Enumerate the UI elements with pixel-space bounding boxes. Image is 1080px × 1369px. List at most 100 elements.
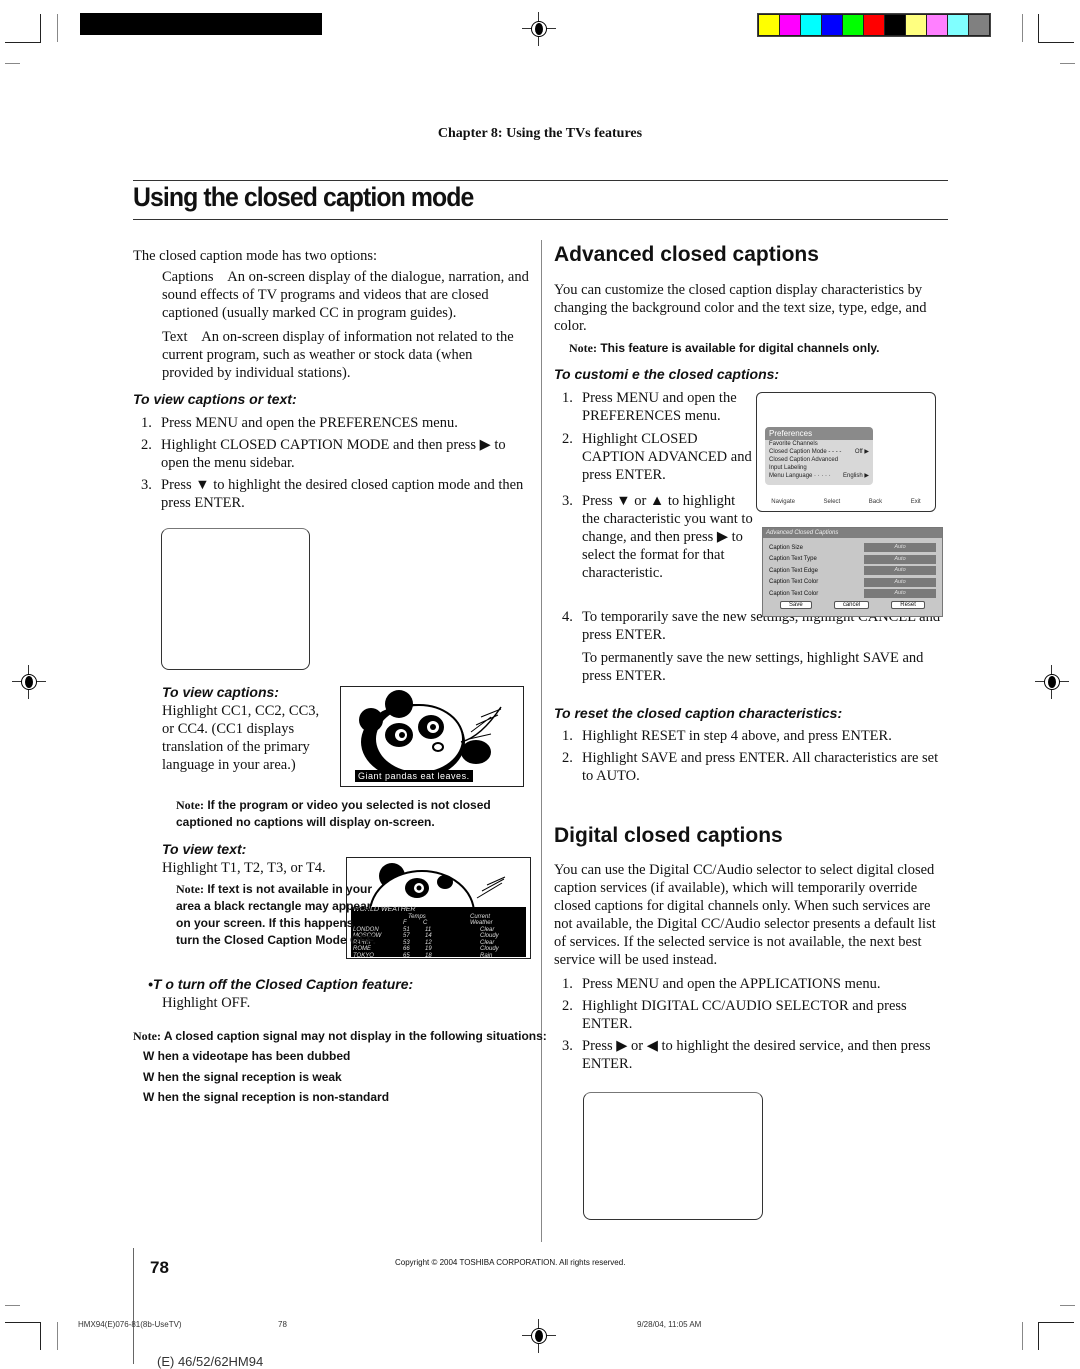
note-label: Note: — [176, 798, 204, 812]
registration-mark-icon — [1035, 665, 1069, 699]
page-number: 78 — [150, 1258, 169, 1277]
advanced-heading: Advanced closed captions — [554, 243, 819, 266]
weather-w: Rain — [480, 952, 493, 959]
reset-heading: To reset the closed caption characterist… — [554, 705, 843, 721]
weather-row: TOKYO 65 18 Rain — [351, 952, 526, 959]
menu-item-label: Menu Language · · · · · — [769, 473, 831, 479]
note-label: Note: — [133, 1029, 161, 1043]
weather-f: 65 — [403, 952, 410, 959]
color-calibration-bar — [757, 13, 991, 37]
note-label: Note: — [569, 341, 597, 355]
advanced-cc-menu: Advanced Closed Captions Caption Size Aut… — [762, 527, 943, 617]
weather-c: 18 — [425, 952, 432, 959]
color-swatch — [864, 15, 884, 35]
crop-mark — [40, 1322, 41, 1350]
step-item: 2. Highlight SAVE and press ENTER. All ch… — [562, 750, 939, 784]
crop-mark — [1022, 14, 1023, 42]
color-swatch — [759, 15, 779, 35]
step-item: 1. Press MENU and open the PREFERENCES me… — [562, 390, 737, 424]
option-desc: An on-screen display of information not … — [162, 329, 514, 381]
crop-mark — [5, 63, 20, 64]
menu-item-label: Closed Caption Mode - - - - — [769, 449, 842, 455]
slug-page: 78 — [278, 1320, 287, 1329]
slug-date: 9/28/04, 11:05 AM — [637, 1320, 702, 1329]
row-value-field[interactable]: Auto — [864, 589, 936, 599]
step-item: 1. Press MENU and open the APPLICATIONS m… — [562, 976, 881, 992]
save-button[interactable]: Save — [780, 600, 812, 609]
color-swatch — [780, 15, 800, 35]
color-swatch — [969, 15, 989, 35]
model-number: (E) 46/52/62HM94 — [157, 1354, 264, 1369]
registration-mark-icon — [12, 665, 46, 699]
panda-caption-image: Giant pandas eat leaves. — [340, 686, 524, 787]
view-heading: To view captions or text: — [133, 391, 297, 407]
row-value-field[interactable]: Auto — [864, 566, 936, 576]
menu-item-label: Closed Caption Advanced — [769, 457, 839, 463]
menu-item[interactable]: Closed Caption Advanced — [765, 456, 873, 464]
digital-heading: Digital closed captions — [554, 824, 783, 847]
note-text: This feature is available for digital ch… — [600, 341, 880, 355]
advanced-cc-row[interactable]: Caption Text Edge Auto — [763, 565, 942, 577]
digital-steps: 1. Press MENU and open the APPLICATIONS m… — [554, 975, 948, 1077]
view-text-heading: To view text: — [162, 841, 247, 857]
menu-item[interactable]: Input Labeling — [765, 464, 873, 472]
note-text: If the program or video you selected is … — [176, 798, 491, 829]
list-item: W hen the signal reception is non-standa… — [143, 1090, 390, 1104]
cancel-button[interactable]: cancel — [833, 600, 870, 609]
menu-title: Preferences — [765, 427, 873, 440]
crop-mark — [1038, 1322, 1039, 1350]
option-term: Captions — [162, 269, 214, 285]
footer-rule — [133, 1248, 134, 1364]
crop-mark — [5, 1322, 41, 1323]
menu-item[interactable]: Menu Language · · · · · English ▶ — [765, 472, 873, 480]
advanced-cc-row[interactable]: Caption Size Auto — [763, 542, 942, 554]
intro-text: The closed caption mode has two options: — [133, 248, 378, 264]
row-label: Caption Text Color — [769, 590, 819, 597]
menu-item[interactable]: Closed Caption Mode - - - - Off ▶ — [765, 448, 873, 456]
slug-file: HMX94(E)076-81(8b-UseTV) — [78, 1320, 182, 1329]
title-rule-bottom — [133, 219, 948, 220]
advanced-cc-row[interactable]: Caption Text Type Auto — [763, 554, 942, 566]
step-item: 2. Highlight DIGITAL CC/AUDIO SELECTOR an… — [562, 998, 907, 1032]
list-item: W hen the signal reception is weak — [143, 1069, 342, 1084]
menu-item-label: Favorite Channels — [769, 441, 818, 447]
menu-title: Advanced Closed Captions — [763, 528, 942, 538]
step-item: 2. Highlight CLOSED CAPTION ADVANCED and … — [562, 431, 752, 483]
crop-mark — [1060, 1305, 1075, 1306]
crop-mark — [57, 1322, 58, 1350]
crop-mark — [57, 14, 58, 42]
row-value-field[interactable]: Auto — [864, 577, 936, 587]
reset-button[interactable]: Reset — [891, 600, 925, 609]
color-swatch — [906, 15, 926, 35]
menu-item[interactable]: Favorite Channels — [765, 440, 873, 448]
step-item: 3. Press ▶ or ◀ to highlight the desired … — [562, 1038, 931, 1072]
advanced-cc-row[interactable]: Caption Text Color Auto — [763, 588, 942, 600]
nav-back: Back — [868, 499, 883, 505]
note-no-captions: Note: If the program or video you select… — [176, 797, 536, 831]
crop-mark — [1038, 14, 1039, 42]
color-swatch — [801, 15, 821, 35]
row-label: Caption Text Edge — [769, 567, 818, 574]
row-value-field[interactable]: Auto — [864, 554, 936, 564]
note-text: A closed caption signal may not display … — [163, 1029, 547, 1043]
permanent-save-text: To permanently save the new settings, hi… — [582, 650, 924, 684]
row-label: Caption Text Type — [769, 556, 817, 563]
step-item: 3. Press ▼ or ▲ to highlight the characte… — [562, 493, 753, 581]
tv-screen-placeholder — [583, 1092, 763, 1220]
nav-navigate: Navigate — [771, 499, 795, 505]
page-title: Using the closed caption mode — [133, 182, 474, 212]
step-item: 2. Highlight CLOSED CAPTION MODE and then… — [141, 437, 506, 471]
reset-steps: 1. Highlight RESET in step 4 above, and p… — [554, 727, 946, 789]
menu-nav-bar: Navigate Select Back Exit — [757, 499, 935, 505]
column-divider — [541, 240, 542, 1242]
crop-mark — [1022, 1322, 1023, 1350]
note-signal: Note: A closed caption signal may not di… — [133, 1028, 547, 1045]
advanced-cc-row[interactable]: Caption Text Color Auto — [763, 577, 942, 589]
registration-mark-icon — [522, 1319, 556, 1353]
row-value-field[interactable]: Auto — [864, 543, 936, 553]
caption-text: Giant pandas eat leaves. — [355, 770, 473, 782]
option-desc: An on-screen display of the dialogue, na… — [162, 269, 529, 321]
note-signal-list: W hen a videotape has been dubbed W hen … — [143, 1046, 389, 1108]
view-captions-heading: To view captions: — [162, 684, 279, 700]
crop-mark — [5, 42, 41, 43]
